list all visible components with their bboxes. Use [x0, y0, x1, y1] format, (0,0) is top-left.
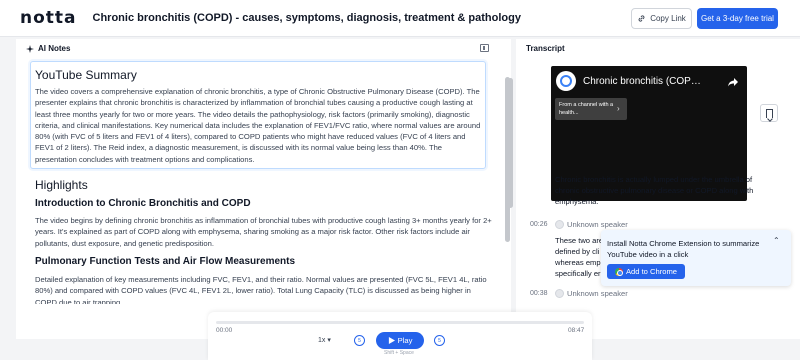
duration: 08:47 [568, 327, 585, 334]
ai-notes-label: AI Notes [38, 44, 71, 53]
rewind-icon[interactable]: 5 [354, 335, 365, 346]
speed-value: 1x [318, 337, 326, 344]
channel-avatar[interactable] [556, 71, 576, 91]
copy-link-button[interactable]: Copy Link [631, 8, 692, 29]
add-to-chrome-label: Add to Chrome [625, 267, 678, 276]
speaker-name: Unknown speaker [567, 220, 628, 229]
channel-info-text: From a channel with a health... [559, 102, 614, 116]
channel-info-chip[interactable]: From a channel with a health... › [555, 98, 627, 120]
section-heading: Introduction to Chronic Bronchitis and C… [35, 198, 251, 209]
chevron-right-icon: › [617, 104, 620, 113]
speaker-avatar-icon [555, 220, 564, 229]
current-time: 00:00 [216, 327, 233, 334]
transcript-panel: Transcript Chronic bronchitis (COPD... F… [516, 39, 800, 339]
section-text: The video begins by defining chronic bro… [35, 216, 492, 248]
play-button[interactable]: Play [376, 332, 424, 349]
segment-timestamp[interactable]: 00:26 [530, 221, 548, 228]
chrome-icon [614, 267, 623, 276]
panel-layout-icon[interactable] [480, 44, 489, 52]
playback-progress-bar[interactable] [216, 321, 584, 324]
audio-player: 00:00 08:47 1x ▾ 5 Play 5 Shift + Space [208, 312, 592, 360]
share-icon[interactable] [727, 76, 739, 88]
section-text: Detailed explanation of key measurements… [35, 275, 487, 304]
transcript-title: Transcript [526, 44, 565, 53]
segment-speaker[interactable]: Unknown speaker [555, 289, 628, 298]
top-bar: notta Chronic bronchitis (COPD) - causes… [0, 0, 800, 37]
chrome-extension-popup: Install Notta Chrome Extension to summar… [601, 230, 791, 286]
add-to-chrome-button[interactable]: Add to Chrome [607, 264, 685, 279]
highlights-title: Highlights [35, 178, 88, 192]
fast-forward-icon[interactable]: 5 [434, 335, 445, 346]
shortcut-hint: Shift + Space [384, 350, 414, 356]
speaker-name: Unknown speaker [567, 289, 628, 298]
speaker-avatar-icon [555, 289, 564, 298]
video-title[interactable]: Chronic bronchitis (COPD... [583, 76, 701, 87]
ai-notes-header: AI Notes [26, 44, 70, 53]
section-heading: Pulmonary Function Tests and Air Flow Me… [35, 256, 296, 267]
free-trial-button[interactable]: Get a 3-day free trial [697, 8, 778, 29]
summary-title: YouTube Summary [35, 68, 137, 82]
play-icon [388, 337, 395, 344]
bookmark-icon [765, 108, 773, 118]
chevron-up-icon[interactable]: ⌃ [773, 236, 780, 245]
play-label: Play [397, 336, 413, 345]
transcript-scrollbar[interactable] [508, 78, 513, 208]
playback-speed-select[interactable]: 1x ▾ [318, 336, 331, 344]
transcript-segment-text: Chronic bronchitis is actually lumped un… [555, 175, 754, 206]
copy-link-label: Copy Link [650, 14, 686, 23]
sparkle-icon [26, 44, 34, 53]
segment-timestamp[interactable]: 00:38 [530, 290, 548, 297]
summary-text: The video covers a comprehensive explana… [35, 87, 481, 164]
ai-notes-panel: AI Notes YouTube Summary The video cover… [16, 39, 511, 339]
segment-speaker[interactable]: Unknown speaker [555, 220, 628, 229]
bookmark-button[interactable] [760, 104, 778, 122]
link-icon [638, 15, 645, 22]
extension-promo-text: Install Notta Chrome Extension to summar… [607, 239, 760, 259]
page-title: Chronic bronchitis (COPD) - causes, symp… [92, 12, 521, 24]
notta-logo[interactable]: notta [20, 8, 77, 28]
